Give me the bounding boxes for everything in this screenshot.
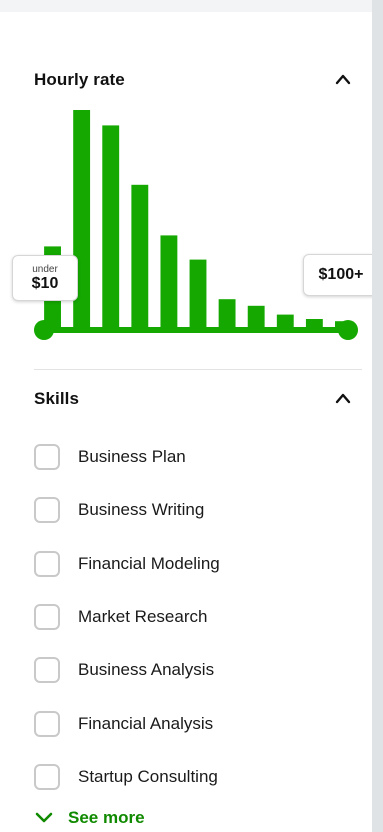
max-rate-value: $100+: [318, 266, 364, 283]
hourly-rate-histogram: [34, 110, 358, 340]
histogram-bar: [189, 259, 207, 330]
checkbox[interactable]: [34, 497, 60, 523]
skill-label: Business Writing: [78, 500, 205, 519]
chevron-up-icon[interactable]: [334, 390, 352, 408]
see-more-label: See more: [68, 808, 145, 827]
skill-option-financial-modeling[interactable]: Financial Modeling: [34, 549, 220, 579]
min-rate-value: $10: [31, 274, 59, 292]
checkbox[interactable]: [34, 444, 60, 470]
range-slider-max-handle: [338, 320, 358, 340]
skill-option-business-writing[interactable]: Business Writing: [34, 495, 204, 525]
histogram-bar: [131, 184, 149, 330]
scrollbar-track[interactable]: [372, 0, 383, 832]
filter-panel: Hourly rate under $10 $100+ Skills Busin…: [0, 12, 372, 832]
checkbox[interactable]: [34, 604, 60, 630]
skill-option-business-plan[interactable]: Business Plan: [34, 442, 186, 472]
histogram-bar: [247, 305, 265, 330]
checkbox[interactable]: [34, 764, 60, 790]
histogram-bar: [102, 125, 120, 331]
skill-option-market-research[interactable]: Market Research: [34, 602, 207, 632]
skills-title: Skills: [34, 389, 80, 408]
skill-option-financial-analysis[interactable]: Financial Analysis: [34, 709, 213, 739]
see-more-link[interactable]: See more: [34, 808, 145, 828]
max-rate-badge[interactable]: $100+: [303, 254, 372, 296]
min-rate-prefix: under: [32, 263, 58, 275]
skill-label: Market Research: [78, 607, 208, 626]
skill-label: Startup Consulting: [78, 767, 218, 786]
histogram-bar: [160, 235, 178, 330]
skill-label: Business Plan: [78, 447, 186, 466]
section-divider: [34, 369, 362, 370]
skill-option-business-analysis[interactable]: Business Analysis: [34, 655, 214, 685]
checkbox[interactable]: [34, 551, 60, 577]
min-rate-badge[interactable]: under $10: [12, 255, 78, 301]
chevron-down-icon: [35, 812, 53, 823]
skill-label: Business Analysis: [78, 660, 215, 679]
skills-header[interactable]: Skills: [34, 386, 352, 412]
skill-label: Financial Analysis: [78, 714, 214, 733]
skill-label: Financial Modeling: [78, 554, 220, 573]
range-slider-min-handle: [34, 320, 54, 340]
histogram-bar: [218, 299, 236, 330]
checkbox[interactable]: [34, 657, 60, 683]
skill-option-startup-consulting[interactable]: Startup Consulting: [34, 762, 218, 792]
top-strip: [0, 0, 383, 12]
checkbox[interactable]: [34, 711, 60, 737]
